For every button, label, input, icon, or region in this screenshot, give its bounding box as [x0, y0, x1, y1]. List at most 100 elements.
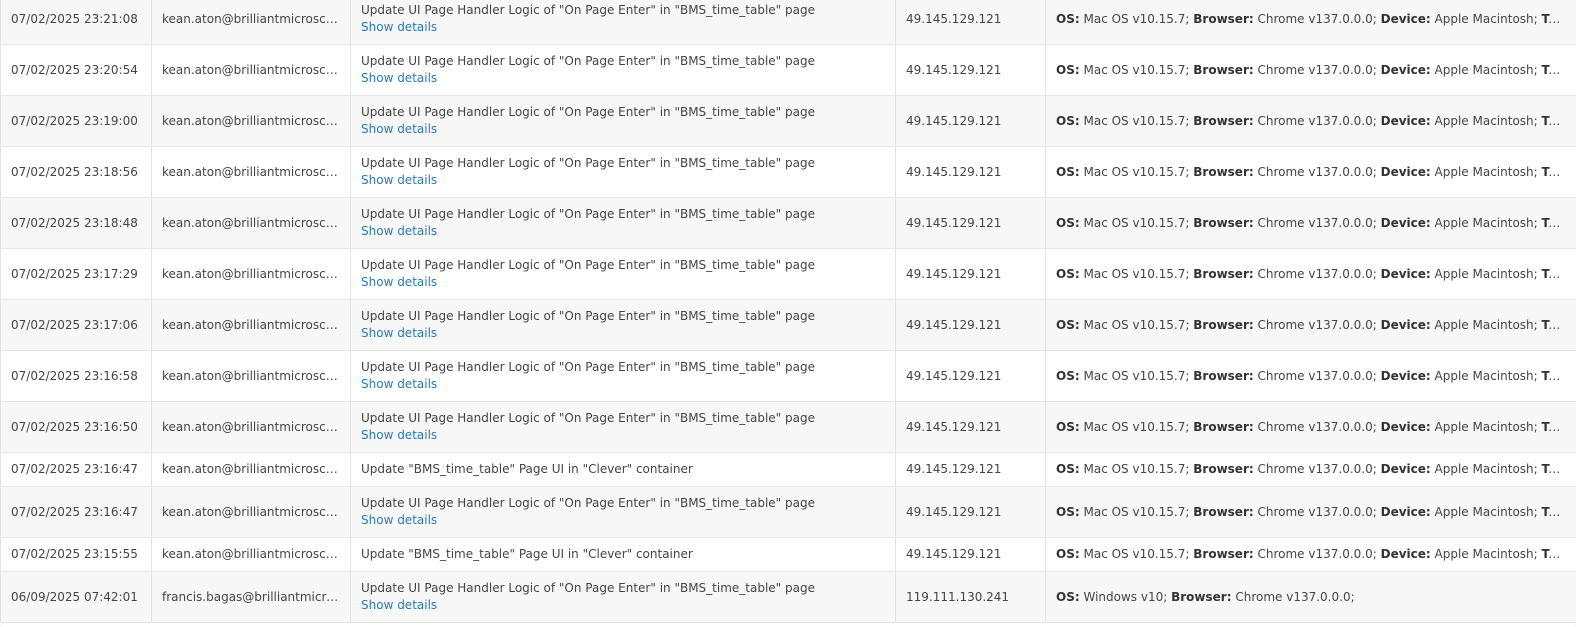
os-value: Mac OS v10.15.7;: [1083, 504, 1190, 519]
os-label: OS:: [1056, 164, 1080, 179]
table-row: 07/02/2025 23:16:50 kean.aton@brilliantm…: [0, 401, 1576, 453]
action-description: Update "BMS_time_table" Page UI in "Clev…: [361, 547, 693, 561]
table-row: 07/02/2025 23:18:48 kean.aton@brilliantm…: [0, 197, 1576, 249]
user-cell: kean.aton@brilliantmicroschools.com: [151, 452, 351, 487]
date-cell: 07/02/2025 23:16:47: [0, 486, 152, 538]
action-cell: Update UI Page Handler Logic of "On Page…: [350, 44, 896, 96]
type-label: Type:: [1541, 62, 1576, 77]
browser-group: Browser: Chrome v137.0.0.0;: [1193, 216, 1380, 230]
os-value: Mac OS v10.15.7;: [1083, 368, 1190, 383]
show-details-link[interactable]: Show details: [361, 597, 885, 614]
timestamp: 07/02/2025 23:19:00: [11, 113, 138, 128]
device-value: Apple Macintosh;: [1434, 266, 1538, 281]
ip-cell: 49.145.129.121: [895, 486, 1046, 538]
show-details-link[interactable]: Show details: [361, 512, 885, 529]
os-label: OS:: [1056, 317, 1080, 332]
device-label: Device:: [1380, 419, 1431, 434]
show-details-link[interactable]: Show details: [361, 325, 885, 342]
show-details-link[interactable]: Show details: [361, 376, 885, 393]
table-row: 07/02/2025 23:20:54 kean.aton@brilliantm…: [0, 44, 1576, 96]
device-group: Device: Apple Macintosh; Type:: [1381, 114, 1576, 128]
ip-address: 49.145.129.121: [906, 368, 1002, 383]
browser-label: Browser:: [1193, 215, 1254, 230]
user-agent-cell: OS: Windows v10; Browser: Chrome v137.0.…: [1045, 571, 1576, 623]
browser-label: Browser:: [1193, 62, 1254, 77]
device-value: Apple Macintosh;: [1434, 547, 1538, 561]
type-label: Type:: [1541, 317, 1576, 332]
action-cell: Update UI Page Handler Logic of "On Page…: [350, 0, 896, 45]
date-cell: 07/02/2025 23:17:06: [0, 299, 152, 351]
user-cell: kean.aton@brilliantmicroschools.com: [151, 401, 351, 453]
ip-cell: 49.145.129.121: [895, 401, 1046, 453]
audit-log-body: 07/02/2025 23:21:08 kean.aton@brilliantm…: [0, 0, 1576, 623]
user-email: kean.aton@brilliantmicroschools.com: [162, 317, 351, 332]
browser-value: Chrome v137.0.0.0;: [1235, 589, 1355, 604]
type-label: Type:: [1541, 547, 1576, 561]
device-value: Apple Macintosh;: [1434, 419, 1538, 434]
os-value: Mac OS v10.15.7;: [1083, 462, 1190, 476]
browser-group: Browser: Chrome v137.0.0.0;: [1193, 12, 1380, 26]
user-agent-cell: OS: Mac OS v10.15.7; Browser: Chrome v13…: [1045, 0, 1576, 45]
user-agent-cell: OS: Mac OS v10.15.7; Browser: Chrome v13…: [1045, 248, 1576, 300]
browser-label: Browser:: [1193, 113, 1254, 128]
show-details-link[interactable]: Show details: [361, 19, 885, 36]
browser-group: Browser: Chrome v137.0.0.0;: [1193, 369, 1380, 383]
user-agent-cell: OS: Mac OS v10.15.7; Browser: Chrome v13…: [1045, 350, 1576, 402]
show-details-link[interactable]: Show details: [361, 70, 885, 87]
type-label: Type:: [1541, 11, 1576, 26]
date-cell: 07/02/2025 23:16:50: [0, 401, 152, 453]
type-label: Type:: [1541, 164, 1576, 179]
ip-address: 49.145.129.121: [906, 164, 1002, 179]
user-email: kean.aton@brilliantmicroschools.com: [162, 113, 351, 128]
ip-address: 49.145.129.121: [906, 11, 1002, 26]
device-value: Apple Macintosh;: [1434, 62, 1538, 77]
action-description: Update UI Page Handler Logic of "On Page…: [361, 54, 815, 68]
timestamp: 07/02/2025 23:18:56: [11, 164, 138, 179]
browser-label: Browser:: [1193, 504, 1254, 519]
ip-address: 49.145.129.121: [906, 419, 1002, 434]
show-details-link[interactable]: Show details: [361, 172, 885, 189]
show-details-link[interactable]: Show details: [361, 427, 885, 444]
action-description: Update UI Page Handler Logic of "On Page…: [361, 3, 815, 17]
ip-address: 49.145.129.121: [906, 113, 1002, 128]
browser-value: Chrome v137.0.0.0;: [1257, 317, 1377, 332]
user-email: kean.aton@brilliantmicroschools.com: [162, 266, 351, 281]
browser-value: Chrome v137.0.0.0;: [1257, 368, 1377, 383]
show-details-link[interactable]: Show details: [361, 121, 885, 138]
browser-group: Browser: Chrome v137.0.0.0;: [1193, 165, 1380, 179]
timestamp: 07/02/2025 23:18:48: [11, 215, 138, 230]
date-cell: 07/02/2025 23:15:55: [0, 537, 152, 572]
action-description: Update UI Page Handler Logic of "On Page…: [361, 309, 815, 323]
browser-value: Chrome v137.0.0.0;: [1257, 419, 1377, 434]
show-details-link[interactable]: Show details: [361, 223, 885, 240]
user-agent-cell: OS: Mac OS v10.15.7; Browser: Chrome v13…: [1045, 95, 1576, 147]
ip-address: 49.145.129.121: [906, 547, 1002, 561]
device-label: Device:: [1380, 317, 1431, 332]
type-label: Type:: [1541, 504, 1576, 519]
user-agent-cell: OS: Mac OS v10.15.7; Browser: Chrome v13…: [1045, 197, 1576, 249]
user-email: kean.aton@brilliantmicroschools.com: [162, 368, 351, 383]
audit-log-table: 07/02/2025 23:21:08 kean.aton@brilliantm…: [0, 0, 1576, 623]
os-value: Mac OS v10.15.7;: [1083, 164, 1190, 179]
browser-group: Browser: Chrome v137.0.0.0;: [1193, 547, 1380, 561]
audit-log-table-container[interactable]: 07/02/2025 23:21:08 kean.aton@brilliantm…: [0, 0, 1576, 627]
device-group: Device: Apple Macintosh; Type:: [1381, 267, 1576, 281]
device-label: Device:: [1380, 368, 1431, 383]
show-details-link[interactable]: Show details: [361, 274, 885, 291]
os-label: OS:: [1056, 368, 1080, 383]
action-cell: Update UI Page Handler Logic of "On Page…: [350, 197, 896, 249]
browser-value: Chrome v137.0.0.0;: [1257, 547, 1377, 561]
action-description: Update UI Page Handler Logic of "On Page…: [361, 496, 815, 510]
device-group: Device: Apple Macintosh; Type:: [1381, 216, 1576, 230]
user-agent-cell: OS: Mac OS v10.15.7; Browser: Chrome v13…: [1045, 452, 1576, 487]
type-label: Type:: [1541, 368, 1576, 383]
user-cell: kean.aton@brilliantmicroschools.com: [151, 248, 351, 300]
table-row: 06/09/2025 07:42:01 francis.bagas@brilli…: [0, 571, 1576, 623]
browser-group: Browser: Chrome v137.0.0.0;: [1193, 114, 1380, 128]
table-row: 07/02/2025 23:16:47 kean.aton@brilliantm…: [0, 486, 1576, 538]
ip-cell: 49.145.129.121: [895, 95, 1046, 147]
action-description: Update UI Page Handler Logic of "On Page…: [361, 105, 815, 119]
action-cell: Update UI Page Handler Logic of "On Page…: [350, 571, 896, 623]
browser-label: Browser:: [1193, 419, 1254, 434]
action-cell: Update UI Page Handler Logic of "On Page…: [350, 401, 896, 453]
